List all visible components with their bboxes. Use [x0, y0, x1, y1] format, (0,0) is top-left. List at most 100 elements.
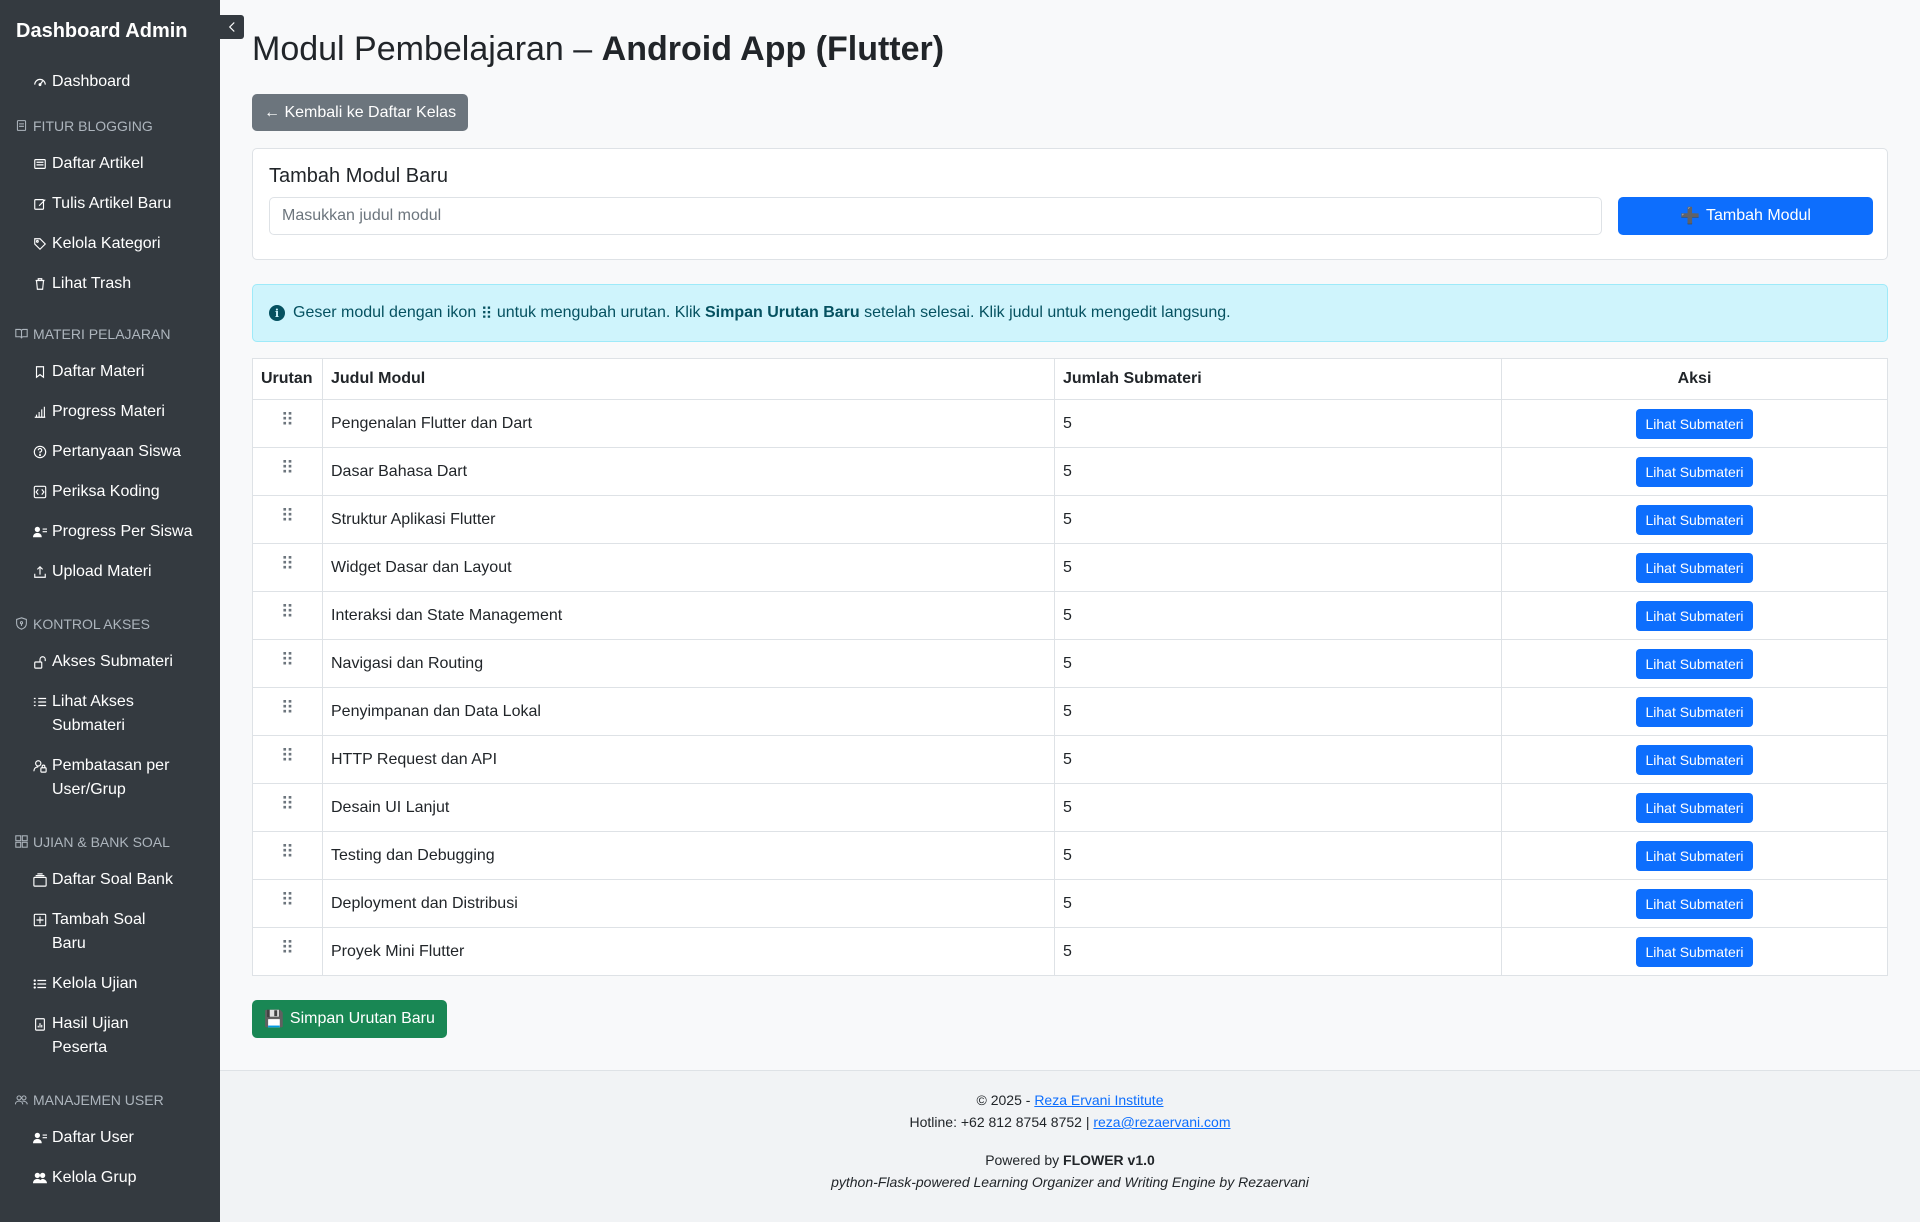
drag-handle-icon[interactable]: ⠿ — [252, 639, 323, 688]
submateri-count-cell: 5 — [1054, 687, 1502, 736]
add-module-button[interactable]: ➕ Tambah Modul — [1618, 197, 1873, 235]
drag-handle-icon[interactable]: ⠿ — [252, 783, 323, 832]
footer-hotline: Hotline: +62 812 8754 8752 | reza@rezaer… — [909, 1114, 1231, 1130]
module-title-cell[interactable]: Widget Dasar dan Layout — [322, 543, 1055, 592]
view-submateri-button[interactable]: Lihat Submateri — [1636, 504, 1753, 535]
view-submateri-button[interactable]: Lihat Submateri — [1636, 456, 1753, 487]
table-row[interactable]: ⠿ HTTP Request dan API 5 Lihat Submateri — [252, 735, 1888, 784]
action-cell: Lihat Submateri — [1501, 687, 1888, 736]
drag-handle-icon[interactable]: ⠿ — [252, 687, 323, 736]
main-content: Modul Pembelajaran – Android App (Flutte… — [220, 0, 1920, 1222]
institute-link[interactable]: Reza Ervani Institute — [1034, 1092, 1163, 1108]
back-to-class-list-button[interactable]: ← Kembali ke Daftar Kelas — [252, 94, 469, 131]
submateri-count-cell: 5 — [1054, 399, 1502, 448]
sidebar-item-pertanyaan-siswa[interactable]: Pertanyaan Siswa — [0, 440, 220, 464]
module-title-cell[interactable]: Desain UI Lanjut — [322, 783, 1055, 832]
drag-handle-icon[interactable]: ⠿ — [252, 879, 323, 928]
table-row[interactable]: ⠿ Widget Dasar dan Layout 5 Lihat Submateri — [252, 543, 1888, 592]
view-submateri-button[interactable]: Lihat Submateri — [1636, 936, 1753, 967]
drag-handle-icon[interactable]: ⠿ — [252, 735, 323, 784]
pencil-square-icon — [32, 196, 48, 212]
submateri-count-cell: 5 — [1054, 879, 1502, 928]
view-submateri-button[interactable]: Lihat Submateri — [1636, 600, 1753, 631]
bar-chart-icon — [32, 404, 48, 420]
drag-handle-icon[interactable]: ⠿ — [252, 591, 323, 640]
sidebar-item-progress-per-siswa[interactable]: Progress Per Siswa — [0, 520, 220, 544]
module-title-cell[interactable]: Deployment dan Distribusi — [322, 879, 1055, 928]
drag-handle-icon[interactable]: ⠿ — [252, 927, 323, 976]
add-module-title: Tambah Modul Baru — [269, 165, 448, 187]
submateri-count-cell: 5 — [1054, 543, 1502, 592]
sidebar-item-label: Upload Materi — [52, 563, 152, 580]
table-row[interactable]: ⠿ Pengenalan Flutter dan Dart 5 Lihat Subma… — [252, 399, 1888, 448]
sidebar-item-lihat-akses-submateri[interactable]: Lihat Akses Submateri — [0, 690, 220, 738]
drag-handle-icon[interactable]: ⠿ — [252, 831, 323, 880]
sidebar-item-label: Hasil Ujian Peserta — [52, 1015, 129, 1056]
question-circle-icon — [32, 444, 48, 460]
sidebar-item-akses-submateri[interactable]: Akses Submateri — [0, 650, 220, 674]
page-title-prefix: Modul Pembelajaran – — [252, 30, 602, 68]
sidebar-item-daftar-artikel[interactable]: Daftar Artikel — [0, 152, 220, 176]
module-title-cell[interactable]: Proyek Mini Flutter — [322, 927, 1055, 976]
view-submateri-button[interactable]: Lihat Submateri — [1636, 840, 1753, 871]
module-title-cell[interactable]: Interaksi dan State Management — [322, 591, 1055, 640]
module-title-cell[interactable]: HTTP Request dan API — [322, 735, 1055, 784]
sidebar-item-periksa-koding[interactable]: Periksa Koding — [0, 480, 220, 504]
sidebar-item-dashboard[interactable]: Dashboard — [0, 70, 220, 94]
sidebar-item-progress-materi[interactable]: Progress Materi — [0, 400, 220, 424]
table-row[interactable]: ⠿ Deployment dan Distribusi 5 Lihat Submate… — [252, 879, 1888, 928]
sidebar-item-daftar-soal-bank[interactable]: Daftar Soal Bank — [0, 868, 220, 892]
bookmark-icon — [32, 364, 48, 380]
sidebar-item-kelola-ujian[interactable]: Kelola Ujian — [0, 972, 220, 996]
drag-handle-icon[interactable]: ⠿ — [252, 495, 323, 544]
sidebar-item-pembatasan[interactable]: Pembatasan per User/Grup — [0, 754, 220, 802]
add-module-button-label: Tambah Modul — [1705, 207, 1811, 224]
module-title-input[interactable] — [269, 197, 1602, 235]
people-icon — [15, 1093, 29, 1107]
sidebar-item-daftar-materi[interactable]: Daftar Materi — [0, 360, 220, 384]
table-row[interactable]: ⠿ Struktur Aplikasi Flutter 5 Lihat Submate… — [252, 495, 1888, 544]
sidebar-item-hasil-ujian[interactable]: Hasil Ujian Peserta — [0, 1012, 220, 1060]
view-submateri-button[interactable]: Lihat Submateri — [1636, 408, 1753, 439]
sidebar-item-lihat-trash[interactable]: Lihat Trash — [0, 272, 220, 296]
drag-handle-icon[interactable]: ⠿ — [252, 543, 323, 592]
save-order-button[interactable]: 💾 Simpan Urutan Baru — [252, 1000, 447, 1038]
header-jumlah-submateri: Jumlah Submateri — [1054, 358, 1502, 400]
table-row[interactable]: ⠿ Testing dan Debugging 5 Lihat Submateri — [252, 831, 1888, 880]
view-submateri-button[interactable]: Lihat Submateri — [1636, 696, 1753, 727]
sidebar-item-tambah-soal-baru[interactable]: Tambah Soal Baru — [0, 908, 220, 956]
sidebar-item-daftar-user[interactable]: Daftar User — [0, 1126, 220, 1150]
module-title-cell[interactable]: Testing dan Debugging — [322, 831, 1055, 880]
sidebar-item-upload-materi[interactable]: Upload Materi — [0, 560, 220, 584]
table-row[interactable]: ⠿ Interaksi dan State Management 5 Lihat Su… — [252, 591, 1888, 640]
module-title-cell[interactable]: Penyimpanan dan Data Lokal — [322, 687, 1055, 736]
action-cell: Lihat Submateri — [1501, 927, 1888, 976]
submateri-count-cell: 5 — [1054, 783, 1502, 832]
view-submateri-button[interactable]: Lihat Submateri — [1636, 648, 1753, 679]
sidebar-item-tulis-artikel[interactable]: Tulis Artikel Baru — [0, 192, 220, 216]
table-row[interactable]: ⠿ Desain UI Lanjut 5 Lihat Submateri — [252, 783, 1888, 832]
table-row[interactable]: ⠿ Proyek Mini Flutter 5 Lihat Submateri — [252, 927, 1888, 976]
view-submateri-button[interactable]: Lihat Submateri — [1636, 552, 1753, 583]
view-submateri-button[interactable]: Lihat Submateri — [1636, 744, 1753, 775]
sidebar-item-kelola-grup[interactable]: Kelola Grup — [0, 1166, 220, 1190]
drag-handle-icon[interactable]: ⠿ — [252, 399, 323, 448]
view-submateri-button[interactable]: Lihat Submateri — [1636, 888, 1753, 919]
table-row[interactable]: ⠿ Dasar Bahasa Dart 5 Lihat Submateri — [252, 447, 1888, 496]
module-title-cell[interactable]: Navigasi dan Routing — [322, 639, 1055, 688]
submateri-count-cell: 5 — [1054, 495, 1502, 544]
table-row[interactable]: ⠿ Penyimpanan dan Data Lokal 5 Lihat Submat… — [252, 687, 1888, 736]
module-title-cell[interactable]: Struktur Aplikasi Flutter — [322, 495, 1055, 544]
module-title-cell[interactable]: Dasar Bahasa Dart — [322, 447, 1055, 496]
email-link[interactable]: reza@rezaervani.com — [1093, 1114, 1230, 1130]
drag-handle-icon[interactable]: ⠿ — [252, 447, 323, 496]
view-submateri-button[interactable]: Lihat Submateri — [1636, 792, 1753, 823]
table-row[interactable]: ⠿ Navigasi dan Routing 5 Lihat Submateri — [252, 639, 1888, 688]
sidebar-brand[interactable]: Dashboard Admin — [0, 0, 220, 62]
sidebar-item-kelola-kategori[interactable]: Kelola Kategori — [0, 232, 220, 256]
collection-icon — [32, 872, 48, 888]
footer: © 2025 - Reza Ervani Institute Hotline: … — [220, 1070, 1920, 1222]
info-circle-icon: i — [269, 305, 285, 321]
submateri-count-cell: 5 — [1054, 639, 1502, 688]
module-title-cell[interactable]: Pengenalan Flutter dan Dart — [322, 399, 1055, 448]
